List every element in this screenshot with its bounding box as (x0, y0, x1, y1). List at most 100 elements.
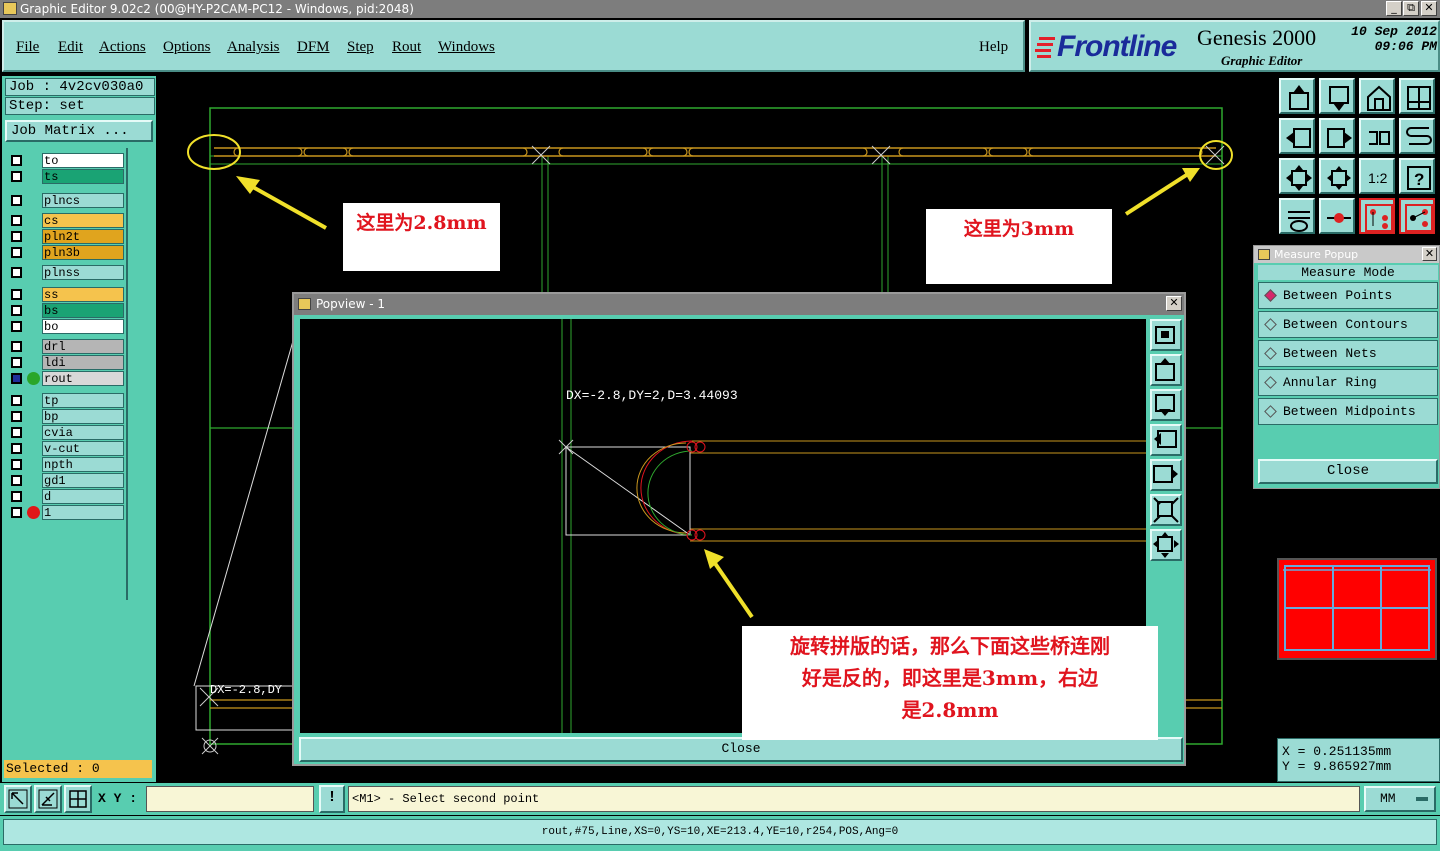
layer-checkbox[interactable] (11, 395, 22, 406)
layer-checkbox[interactable] (11, 321, 22, 332)
layer-checkbox[interactable] (11, 267, 22, 278)
layer-checkbox[interactable] (11, 215, 22, 226)
popview-pan-left-button[interactable] (1150, 424, 1182, 456)
popview-pan-up-button[interactable] (1150, 354, 1182, 386)
layer-row-bs[interactable]: bs (6, 302, 126, 318)
popview-fit-button[interactable] (1150, 319, 1182, 351)
layer-checkbox[interactable] (11, 411, 22, 422)
zoom-area-tool-button[interactable] (1319, 158, 1355, 194)
alert-button[interactable]: ! (319, 785, 345, 813)
maximize-button[interactable]: ⧉ (1403, 1, 1419, 16)
layer-row-drl[interactable]: drl (6, 338, 126, 354)
popview-close-button[interactable]: Close (299, 737, 1183, 762)
menu-rout[interactable]: Rout (392, 39, 421, 56)
measure-option-between-nets[interactable]: Between Nets (1258, 340, 1438, 367)
layer-checkbox[interactable] (11, 305, 22, 316)
layer-row-v-cut[interactable]: v-cut (6, 440, 126, 456)
layer-row-ts[interactable]: ts (6, 168, 126, 184)
layer-name: d (42, 489, 124, 504)
menu-step[interactable]: Step (347, 39, 374, 56)
job-matrix-button[interactable]: Job Matrix ... (5, 120, 153, 142)
help-tool-button[interactable]: ? (1399, 158, 1435, 194)
palette-tool-button[interactable] (1279, 198, 1315, 234)
layer-row-d[interactable]: d (6, 488, 126, 504)
layer-checkbox[interactable] (11, 357, 22, 368)
layer-row-plncs[interactable]: plncs (6, 192, 126, 208)
units-select[interactable]: MM (1364, 786, 1436, 812)
menu-dfm[interactable]: DFM (297, 39, 330, 56)
layer-checkbox[interactable] (11, 195, 22, 206)
layer-row-plnss[interactable]: plnss (6, 264, 126, 280)
popview-zoom-out-button[interactable] (1150, 494, 1182, 526)
menu-windows[interactable]: Windows (438, 39, 495, 56)
popview-close-x-button[interactable]: ✕ (1166, 296, 1182, 311)
layer-checkbox[interactable] (11, 491, 22, 502)
close-window-button[interactable]: ✕ (1421, 1, 1437, 16)
pan-up-tool-button[interactable] (1279, 78, 1315, 114)
layer-row-rout[interactable]: rout (6, 370, 126, 386)
layer-row-bo[interactable]: bo (6, 318, 126, 334)
popview-pan-right-button[interactable] (1150, 459, 1182, 491)
layer-checkbox[interactable] (11, 459, 22, 470)
menu-file[interactable]: File (16, 39, 39, 56)
xy-input[interactable] (146, 786, 314, 812)
menu-options[interactable]: Options (163, 39, 211, 56)
measure-option-between-points[interactable]: Between Points (1258, 282, 1438, 309)
measure-option-between-contours[interactable]: Between Contours (1258, 311, 1438, 338)
layer-row-ldi[interactable]: ldi (6, 354, 126, 370)
layer-checkbox[interactable] (11, 443, 22, 454)
window-tool-button[interactable] (1399, 78, 1435, 114)
scale-1-2-tool-button[interactable]: 1:2 (1359, 158, 1395, 194)
redraw-tool-button[interactable] (1359, 118, 1395, 154)
layer-row-1[interactable]: 1 (6, 504, 126, 520)
menu-analysis[interactable]: Analysis (227, 39, 280, 56)
measure-option-between-midpoints[interactable]: Between Midpoints (1258, 398, 1438, 425)
minimize-button[interactable]: _ (1386, 1, 1402, 16)
prompt-line: <M1> - Select second point (348, 786, 1360, 812)
pan-left-tool-button[interactable] (1279, 118, 1315, 154)
x-coordinate: X = 0.251135mm (1282, 744, 1392, 759)
panel-overview[interactable] (1277, 558, 1437, 660)
grid-mode-button[interactable] (64, 785, 92, 813)
layer-row-cs[interactable]: cs (6, 212, 126, 228)
layer-row-npth[interactable]: npth (6, 456, 126, 472)
layer-row-tp[interactable]: tp (6, 392, 126, 408)
layer-row-pln2t[interactable]: pln2t (6, 228, 126, 244)
zoom-fit-tool-button[interactable] (1279, 158, 1315, 194)
layer-checkbox[interactable] (11, 231, 22, 242)
layer-checkbox[interactable] (11, 171, 22, 182)
measure-mode-button[interactable] (34, 785, 62, 813)
layer-row-ss[interactable]: ss (6, 286, 126, 302)
popview-zoom-in-button[interactable] (1150, 529, 1182, 561)
layer-checkbox[interactable] (11, 373, 22, 384)
layer-checkbox[interactable] (11, 507, 22, 518)
measure-close-button[interactable]: Close (1258, 459, 1438, 484)
menu-help[interactable]: Help (979, 39, 1008, 56)
measure-option-annular-ring[interactable]: Annular Ring (1258, 369, 1438, 396)
layer-row-to[interactable]: to (6, 152, 126, 168)
layer-checkbox[interactable] (11, 155, 22, 166)
menu-actions[interactable]: Actions (99, 39, 146, 56)
layer-row-gd1[interactable]: gd1 (6, 472, 126, 488)
connectivity-tool-button[interactable] (1399, 198, 1435, 234)
snap-tool-button[interactable] (1399, 118, 1435, 154)
layer-row-pln3b[interactable]: pln3b (6, 244, 126, 260)
layer-row-bp[interactable]: bp (6, 408, 126, 424)
measure-option-label: Between Midpoints (1283, 404, 1416, 419)
layer-checkbox[interactable] (11, 341, 22, 352)
home-tool-button[interactable] (1359, 78, 1395, 114)
pan-right-tool-button[interactable] (1319, 118, 1355, 154)
layer-checkbox[interactable] (11, 475, 22, 486)
pan-down-tool-button[interactable] (1319, 78, 1355, 114)
layer-row-cvia[interactable]: cvia (6, 424, 126, 440)
layer-checkbox[interactable] (11, 427, 22, 438)
popview-pan-down-button[interactable] (1150, 389, 1182, 421)
pad-tool-button[interactable] (1319, 198, 1355, 234)
layer-checkbox[interactable] (11, 247, 22, 258)
layer-checkbox[interactable] (11, 289, 22, 300)
measure-popup-close-x-button[interactable]: ✕ (1422, 247, 1437, 261)
radio-diamond-icon (1264, 376, 1277, 389)
net-tool-button[interactable] (1359, 198, 1395, 234)
menu-edit[interactable]: Edit (58, 39, 83, 56)
select-mode-button[interactable] (4, 785, 32, 813)
